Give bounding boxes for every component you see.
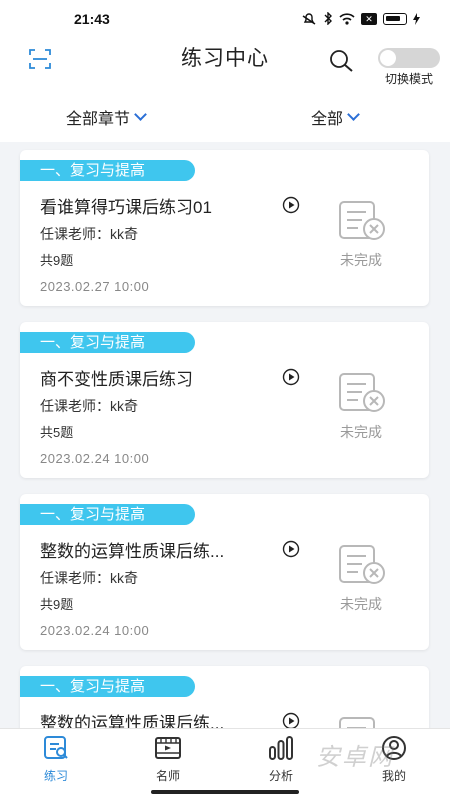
watermark: 安卓网: [316, 744, 394, 771]
exercise-name: 整数的运算性质课后练...: [40, 714, 225, 728]
exercise-name: 整数的运算性质课后练...: [40, 542, 225, 561]
type-filter-label: 全部: [311, 111, 344, 128]
home-indicator-area: [0, 784, 450, 800]
search-icon[interactable]: [328, 48, 354, 74]
tab-label: 练习: [43, 769, 68, 783]
incomplete-icon: [339, 373, 385, 412]
home-indicator[interactable]: [151, 790, 299, 794]
chapter-tag: 一、复习与提高: [20, 332, 195, 353]
mode-toggle[interactable]: 切换模式: [378, 48, 440, 87]
exercise-date: 2023.02.24 10:00: [40, 623, 150, 638]
header: 练习中心 切换模式: [0, 38, 450, 88]
status-bar: 21:43 ✕: [0, 0, 450, 38]
mute-icon: [302, 12, 316, 25]
bluetooth-icon: [324, 12, 332, 25]
teacher-label: 任课老师：kk奇: [40, 398, 138, 414]
status-time: 21:43: [74, 11, 110, 27]
status-icons: ✕: [301, 12, 420, 25]
teacher-label: 任课老师：kk奇: [40, 226, 138, 242]
play-icon[interactable]: [282, 196, 300, 214]
exercise-date: 2023.02.27 10:00: [40, 279, 150, 294]
video-icon: [155, 737, 181, 759]
exercise-name: 商不变性质课后练习: [40, 370, 193, 389]
bottom-tab-bar: 练习 名师 分析 我的 安卓网: [0, 728, 450, 784]
status-label: 未完成: [340, 424, 382, 440]
question-count: 共5题: [40, 425, 74, 440]
mode-toggle-switch[interactable]: [378, 48, 440, 68]
incomplete-icon: [339, 201, 385, 240]
exercise-card[interactable]: 一、复习与提高 整数的运算性质课后练...: [20, 666, 429, 728]
toggle-knob: [380, 50, 396, 66]
wifi-icon: [339, 12, 355, 25]
battery-icon: [383, 12, 407, 25]
type-filter[interactable]: 全部: [311, 105, 360, 129]
incomplete-icon: [339, 545, 385, 584]
tab-label: 名师: [155, 769, 180, 783]
exercise-card[interactable]: 一、复习与提高 看谁算得巧课后练习01 任课老师：kk奇 共9题 2023.02…: [20, 150, 429, 306]
chart-icon: [269, 736, 293, 760]
chapter-tag: 一、复习与提高: [20, 504, 195, 525]
play-icon[interactable]: [282, 712, 300, 728]
tab-practice[interactable]: 练习: [26, 735, 86, 784]
charging-icon: [413, 12, 420, 25]
sim-icon: ✕: [361, 12, 377, 25]
chapter-tag: 一、复习与提高: [20, 676, 195, 697]
teacher-label: 任课老师：kk奇: [40, 570, 138, 586]
exercise-name: 看谁算得巧课后练习01: [40, 198, 212, 217]
exercise-list: 一、复习与提高 看谁算得巧课后练习01 任课老师：kk奇 共9题 2023.02…: [0, 142, 450, 728]
play-icon[interactable]: [282, 540, 300, 558]
chevron-down-icon: [347, 107, 360, 121]
mode-toggle-label: 切换模式: [384, 72, 433, 86]
tab-analysis[interactable]: 分析: [251, 735, 311, 784]
filter-bar: 全部章节 全部: [0, 88, 450, 142]
chapter-filter-label: 全部章节: [66, 111, 131, 128]
exercise-card[interactable]: 一、复习与提高 整数的运算性质课后练... 任课老师：kk奇 共9题 2023.…: [20, 494, 429, 650]
chapter-filter[interactable]: 全部章节: [66, 105, 147, 129]
exercise-card[interactable]: 一、复习与提高 商不变性质课后练习 任课老师：kk奇 共5题 2023.02.2…: [20, 322, 429, 478]
status-label: 未完成: [340, 596, 382, 612]
status-label: 未完成: [340, 252, 382, 268]
tab-teachers[interactable]: 名师: [138, 735, 198, 784]
question-count: 共9题: [40, 253, 74, 268]
practice-icon: [44, 736, 68, 759]
chevron-down-icon: [134, 107, 147, 121]
tab-label: 分析: [268, 769, 293, 783]
question-count: 共9题: [40, 597, 74, 612]
exercise-date: 2023.02.24 10:00: [40, 451, 150, 466]
incomplete-icon: [339, 717, 375, 728]
chapter-tag: 一、复习与提高: [20, 160, 195, 181]
play-icon[interactable]: [282, 368, 300, 386]
